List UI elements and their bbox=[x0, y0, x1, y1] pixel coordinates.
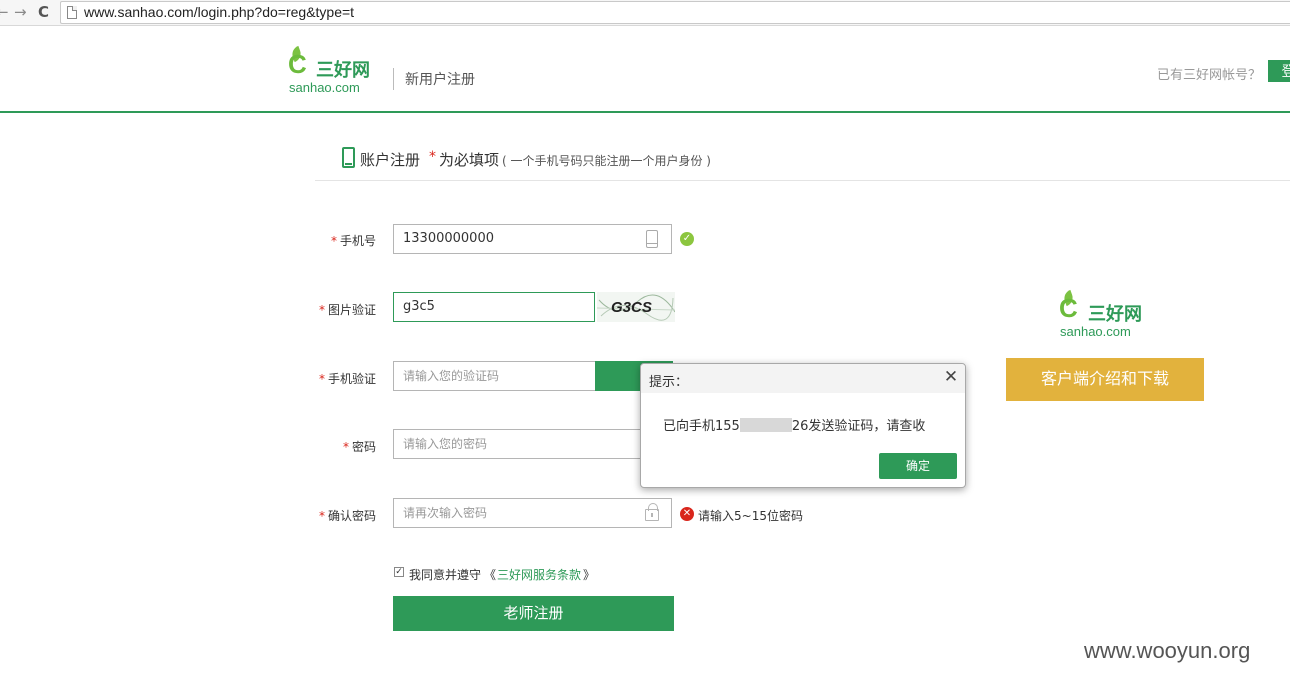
agree-checkbox[interactable]: ✓ bbox=[394, 567, 404, 577]
forward-icon[interactable]: → bbox=[14, 3, 27, 21]
password-input[interactable]: 请输入您的密码 bbox=[393, 429, 672, 459]
reload-icon[interactable]: C bbox=[38, 3, 49, 21]
captcha-image[interactable]: G3CS bbox=[597, 292, 675, 322]
dialog-ok-button[interactable]: 确定 bbox=[879, 453, 957, 479]
mobile-phone-icon bbox=[342, 147, 355, 168]
section-title: 账户注册 bbox=[360, 151, 421, 169]
side-logo-mark: C bbox=[1059, 293, 1078, 323]
password-label: * 密码 bbox=[342, 440, 376, 454]
have-account-text: 已有三好网帐号？ bbox=[1157, 68, 1262, 83]
section-note: ( 一个手机号码只能注册一个用户身份 ) bbox=[502, 154, 711, 168]
sms-label: * 手机验证 bbox=[318, 372, 376, 386]
agree-bracket-close: 》 bbox=[583, 568, 596, 582]
terms-link[interactable]: 三好网服务条款 bbox=[497, 566, 581, 583]
header-underline bbox=[0, 111, 1290, 113]
phone-input-value: 13300000000 bbox=[403, 231, 494, 246]
sms-code-input[interactable]: 请输入您的验证码 bbox=[393, 361, 596, 391]
captcha-input-value: g3c5 bbox=[403, 299, 435, 314]
lock-icon bbox=[645, 503, 659, 521]
teacher-register-button[interactable]: 老师注册 bbox=[393, 596, 674, 631]
confirm-password-placeholder: 请再次输入密码 bbox=[403, 506, 488, 520]
browser-toolbar: ← → C www.sanhao.com/login.php?do=reg&ty… bbox=[0, 0, 1290, 26]
logo-english-text: sanhao.com bbox=[289, 80, 360, 95]
login-button[interactable]: 登 bbox=[1268, 60, 1290, 82]
confirm-password-label: * 确认密码 bbox=[318, 509, 376, 523]
back-icon[interactable]: ← bbox=[0, 3, 9, 21]
logo-mark: C bbox=[288, 49, 307, 79]
dialog-title: 提示： bbox=[649, 375, 689, 390]
logo-chinese-text: 三好网 bbox=[316, 60, 370, 81]
header-divider bbox=[393, 68, 394, 90]
password-placeholder: 请输入您的密码 bbox=[403, 437, 488, 451]
captcha-text: G3CS bbox=[611, 299, 652, 316]
sms-code-placeholder: 请输入您的验证码 bbox=[403, 369, 500, 383]
captcha-input[interactable]: g3c5 bbox=[393, 292, 595, 322]
dialog-message: 已向手机155 26发送验证码，请查收 bbox=[663, 418, 926, 434]
captcha-noise-graphic: G3CS bbox=[597, 294, 675, 321]
dialog-titlebar: 提示： ✕ bbox=[641, 364, 965, 393]
agree-text: 我同意并遵守 bbox=[409, 568, 482, 582]
address-bar[interactable]: www.sanhao.com/login.php?do=reg&type=t bbox=[60, 1, 1290, 24]
redacted-mask bbox=[739, 418, 792, 432]
site-logo[interactable]: C 三好网 sanhao.com bbox=[288, 45, 388, 96]
check-success-icon: ✓ bbox=[680, 232, 694, 246]
watermark: www.wooyun.org bbox=[1084, 638, 1251, 663]
captcha-label: * 图片验证 bbox=[318, 303, 376, 317]
page-icon bbox=[67, 6, 77, 19]
close-icon[interactable]: ✕ bbox=[943, 369, 959, 386]
client-download-button[interactable]: 客户端介绍和下载 bbox=[1006, 358, 1204, 401]
side-logo-chinese-text: 三好网 bbox=[1088, 304, 1142, 325]
url-text: www.sanhao.com/login.php?do=reg&type=t bbox=[84, 4, 355, 20]
confirm-password-input[interactable]: 请再次输入密码 bbox=[393, 498, 672, 528]
agree-bracket-open: 《 bbox=[484, 568, 497, 582]
notice-dialog: 提示： ✕ 已向手机155 26发送验证码，请查收 确定 bbox=[640, 363, 966, 488]
phone-input[interactable]: 13300000000 bbox=[393, 224, 672, 254]
side-logo-english-text: sanhao.com bbox=[1060, 324, 1131, 339]
phone-label: * 手机号 bbox=[330, 234, 376, 248]
side-logo: C 三好网 sanhao.com bbox=[1059, 289, 1159, 340]
phone-icon bbox=[646, 230, 658, 248]
header-subtitle: 新用户注册 bbox=[405, 72, 475, 88]
required-star: * bbox=[429, 149, 436, 165]
section-header: 账户注册 * 为必填项 ( 一个手机号码只能注册一个用户身份 ) bbox=[315, 144, 1290, 181]
password-error-text: 请输入5~15位密码 bbox=[698, 509, 803, 523]
required-text: 为必填项 bbox=[439, 151, 500, 169]
error-icon: ✕ bbox=[680, 507, 694, 521]
